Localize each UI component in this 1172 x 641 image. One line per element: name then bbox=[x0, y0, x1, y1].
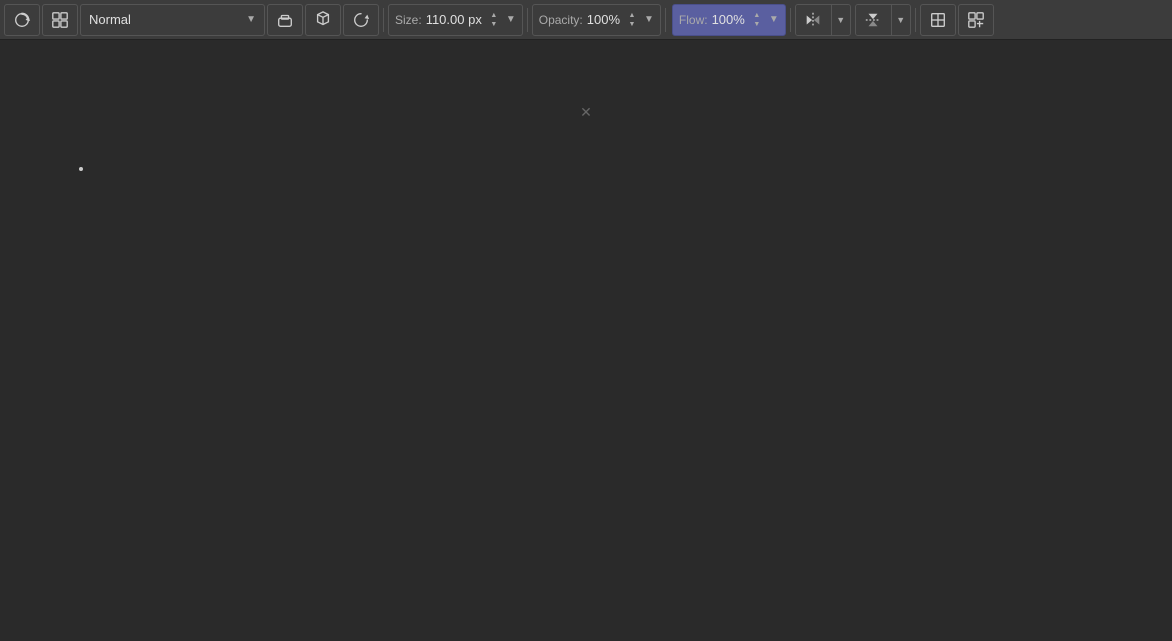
separator-1 bbox=[383, 8, 384, 32]
opacity-group[interactable]: Opacity: 100% ▲ ▼ ▼ bbox=[532, 4, 661, 36]
size-dropdown-icon: ▼ bbox=[506, 14, 516, 25]
flow-value: 100% bbox=[712, 12, 745, 27]
mirror-h-dropdown[interactable]: ▼ bbox=[832, 4, 850, 36]
wrap-button[interactable] bbox=[920, 4, 956, 36]
opacity-spinners: ▲ ▼ bbox=[626, 11, 638, 29]
separator-3 bbox=[665, 8, 666, 32]
opacity-value: 100% bbox=[587, 12, 620, 27]
symmetry-button[interactable] bbox=[958, 4, 994, 36]
reset-button[interactable] bbox=[343, 4, 379, 36]
clone-stamp-button[interactable] bbox=[305, 4, 341, 36]
flow-spinners: ▲ ▼ bbox=[751, 11, 763, 29]
opacity-dropdown-icon: ▼ bbox=[644, 14, 654, 25]
mirror-vertical-button[interactable] bbox=[856, 4, 892, 36]
flow-group[interactable]: Flow: 100% ▲ ▼ ▼ bbox=[672, 4, 786, 36]
size-down-arrow[interactable]: ▼ bbox=[488, 20, 500, 29]
eraser-button[interactable] bbox=[267, 4, 303, 36]
opacity-up-arrow[interactable]: ▲ bbox=[626, 11, 638, 20]
size-up-arrow[interactable]: ▲ bbox=[488, 11, 500, 20]
opacity-label: Opacity: bbox=[539, 13, 583, 27]
mirror-horizontal-button[interactable] bbox=[796, 4, 832, 36]
dropdown-arrow-icon: ▼ bbox=[246, 14, 256, 25]
flow-up-arrow[interactable]: ▲ bbox=[751, 11, 763, 20]
tool-grid-icon[interactable] bbox=[42, 4, 78, 36]
blend-mode-label: Normal bbox=[89, 12, 131, 27]
canvas-area[interactable]: ✕ bbox=[0, 40, 1172, 641]
blend-mode-dropdown[interactable]: Normal ▼ bbox=[80, 4, 265, 36]
flow-down-arrow[interactable]: ▼ bbox=[751, 20, 763, 29]
mirror-v-arrow: ▼ bbox=[896, 15, 905, 25]
separator-2 bbox=[527, 8, 528, 32]
flow-dropdown-icon: ▼ bbox=[769, 14, 779, 25]
mirror-v-dropdown[interactable]: ▼ bbox=[892, 4, 910, 36]
size-label: Size: bbox=[395, 13, 422, 27]
size-spinners: ▲ ▼ bbox=[488, 11, 500, 29]
separator-5 bbox=[915, 8, 916, 32]
mirror-group: ▼ bbox=[795, 4, 851, 36]
opacity-down-arrow[interactable]: ▼ bbox=[626, 20, 638, 29]
separator-4 bbox=[790, 8, 791, 32]
cursor-indicator bbox=[79, 167, 83, 171]
mirror-v-group: ▼ bbox=[855, 4, 911, 36]
flow-label: Flow: bbox=[679, 13, 708, 27]
canvas-crosshair: ✕ bbox=[580, 104, 592, 121]
size-group[interactable]: Size: 110.00 px ▲ ▼ ▼ bbox=[388, 4, 523, 36]
mirror-h-arrow: ▼ bbox=[836, 15, 845, 25]
tool-icon-1[interactable] bbox=[4, 4, 40, 36]
size-value: 110.00 px bbox=[426, 12, 482, 27]
main-toolbar: Normal ▼ Size: 110.00 px ▲ ▼ ▼ bbox=[0, 0, 1172, 40]
